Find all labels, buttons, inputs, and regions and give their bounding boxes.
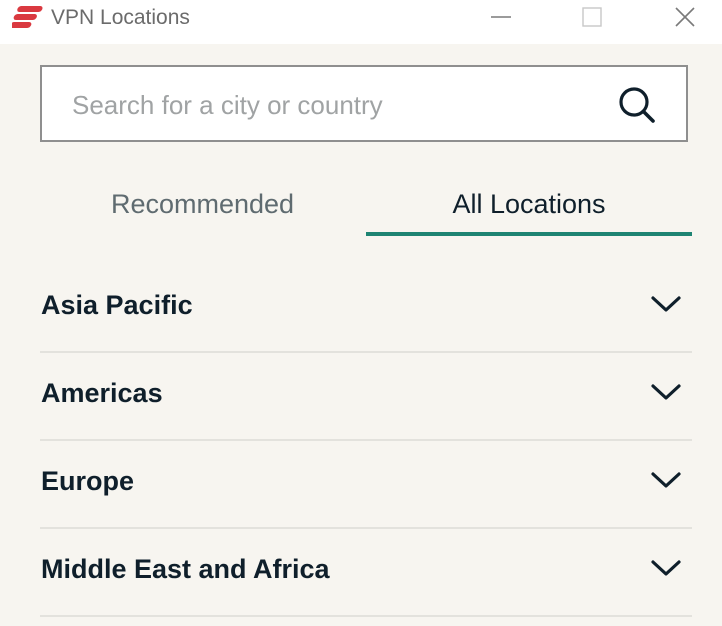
region-row-asia-pacific[interactable]: Asia Pacific [40,265,692,353]
region-row-middle-east-africa[interactable]: Middle East and Africa [40,529,692,617]
divider [40,615,692,617]
chevron-down-icon [651,472,681,488]
search-icon[interactable] [617,85,657,125]
region-row-americas[interactable]: Americas [40,353,692,441]
maximize-icon [582,7,602,27]
app-logo-icon [12,6,43,28]
chevron-down-icon [651,296,681,312]
chevron-down-icon [651,384,681,400]
minimize-button[interactable] [478,0,524,34]
active-tab-indicator [366,232,692,236]
tab-all-locations[interactable]: All Locations [366,180,692,236]
region-label: Europe [41,466,135,496]
chevron-down-icon [651,560,681,576]
search-input[interactable] [72,87,592,123]
maximize-button[interactable] [569,0,615,34]
region-label: Middle East and Africa [41,554,330,584]
window-title: VPN Locations [51,6,190,29]
minimize-icon [491,16,511,18]
close-button[interactable] [662,0,708,34]
search-box [40,65,688,142]
region-label: Asia Pacific [41,290,193,320]
title-bar: VPN Locations [0,0,722,44]
close-icon [675,7,695,27]
region-label: Americas [41,378,163,408]
region-row-europe[interactable]: Europe [40,441,692,529]
tab-recommended[interactable]: Recommended [40,180,365,236]
